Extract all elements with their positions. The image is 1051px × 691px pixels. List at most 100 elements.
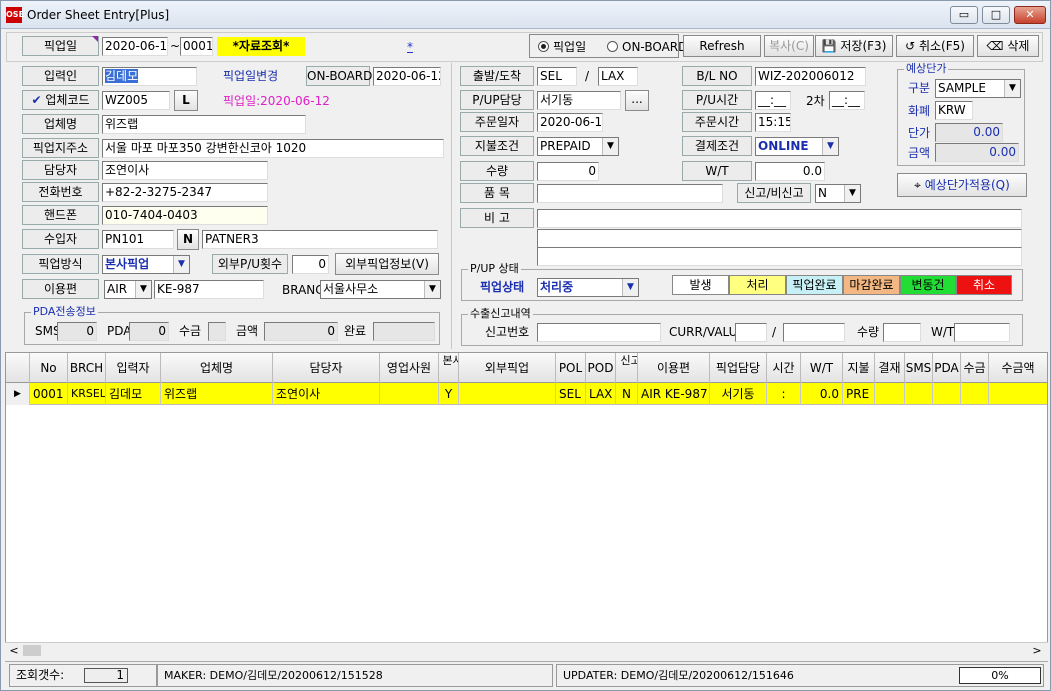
pickup-address-input[interactable]: 서울 마포 마포350 강변한신코아 1020 — [102, 139, 444, 158]
col-declare[interactable]: 신고 — [616, 353, 638, 383]
radio-onboard[interactable]: ON-BOARD — [607, 39, 687, 55]
export-qty-input[interactable] — [883, 323, 921, 342]
wt-input[interactable]: 0.0 — [755, 162, 825, 181]
cell-declare[interactable]: N — [616, 383, 638, 405]
importer-code-input[interactable]: PN101 — [102, 230, 174, 249]
col-no[interactable]: No — [30, 353, 68, 383]
minimize-button[interactable]: ▭ — [950, 6, 978, 24]
remark-line-1[interactable] — [537, 209, 1022, 228]
cell-wt[interactable]: 0.0 — [801, 383, 843, 405]
pickup-state-select[interactable]: 처리중 ▼ — [537, 278, 639, 297]
phone-input[interactable]: +82-2-3275-2347 — [102, 183, 268, 202]
col-pod[interactable]: POD — [586, 353, 616, 383]
scroll-right-icon[interactable]: > — [1030, 643, 1044, 658]
delete-button[interactable]: ⌫ 삭제 — [977, 35, 1039, 57]
cell-settle[interactable] — [875, 383, 905, 405]
save-button[interactable]: 💾 저장(F3) — [815, 35, 893, 57]
cell-entered-by[interactable]: 김데모 — [106, 383, 161, 405]
seq-input[interactable]: 0001 — [180, 37, 213, 56]
cell-pod[interactable]: LAX — [586, 383, 616, 405]
star-link[interactable]: * — [407, 39, 413, 55]
company-name-input[interactable]: 위즈랩 — [102, 115, 306, 134]
scroll-thumb[interactable] — [23, 645, 41, 656]
bl-input[interactable]: WIZ-202006012 — [755, 67, 866, 86]
pay-terms-select[interactable]: PREPAID ▼ — [537, 137, 619, 156]
remark-line-3[interactable] — [537, 247, 1022, 266]
col-wt[interactable]: W/T — [801, 353, 843, 383]
importer-name-input[interactable]: PATNER3 — [202, 230, 438, 249]
decl-no-input[interactable] — [537, 323, 661, 342]
lookup-n-button[interactable]: N — [177, 229, 199, 250]
pickup-method-select[interactable]: 본사픽업 ▼ — [102, 255, 190, 274]
departure-input[interactable]: SEL — [537, 67, 577, 86]
cell-company[interactable]: 위즈랩 — [161, 383, 273, 405]
cell-sales[interactable] — [380, 383, 439, 405]
branch-select[interactable]: 서울사무소 ▼ — [320, 280, 441, 299]
scroll-left-icon[interactable]: < — [7, 643, 21, 658]
entered-by-input[interactable]: 김데모 — [102, 67, 197, 86]
col-collect-amount[interactable]: 수금액 — [989, 353, 1047, 383]
row-selector-icon[interactable]: ▶ — [6, 383, 30, 405]
estimate-type-select[interactable]: SAMPLE ▼ — [935, 79, 1021, 98]
cell-pu-staff[interactable]: 서기동 — [710, 383, 767, 405]
lookup-l-button[interactable]: L — [174, 90, 198, 111]
col-sms[interactable]: SMS — [905, 353, 933, 383]
refresh-button[interactable]: Refresh — [683, 35, 761, 57]
query-button[interactable]: *자료조회* — [217, 37, 305, 56]
order-grid[interactable]: No BRCH 입력자 업체명 담당자 영업사원 본사 외부픽업 POL POD… — [5, 352, 1048, 657]
item-input[interactable] — [537, 184, 723, 203]
col-contact[interactable]: 담당자 — [273, 353, 380, 383]
pickup-date-input[interactable]: 2020-06-12 — [102, 37, 168, 56]
export-wt-input[interactable] — [954, 323, 1010, 342]
col-pol[interactable]: POL — [556, 353, 586, 383]
maximize-button[interactable]: □ — [982, 6, 1010, 24]
remark-line-2[interactable] — [537, 229, 1022, 248]
qty-input[interactable]: 0 — [537, 162, 599, 181]
declare-select[interactable]: N ▼ — [815, 184, 861, 203]
cell-no[interactable]: 0001 — [30, 383, 68, 405]
cell-pda[interactable] — [933, 383, 961, 405]
cell-collect-amount[interactable] — [989, 383, 1047, 405]
onboard-date-input[interactable]: 2020-06-12 — [373, 67, 441, 86]
mobile-input[interactable]: 010-7404-0403 — [102, 206, 268, 225]
pu-staff-input[interactable]: 서기동 — [537, 91, 621, 110]
col-sales[interactable]: 영업사원 — [380, 353, 439, 383]
cell-pay[interactable]: PRE — [843, 383, 875, 405]
cell-external[interactable] — [459, 383, 556, 405]
pu-time-input[interactable]: __:__ — [755, 91, 791, 110]
company-code-input[interactable]: WZ005 — [102, 91, 170, 110]
carrier-type-select[interactable]: AIR ▼ — [104, 280, 152, 299]
cell-collect[interactable] — [961, 383, 989, 405]
col-pay[interactable]: 지불 — [843, 353, 875, 383]
radio-pickup[interactable]: 픽업일 — [538, 39, 586, 55]
copy-button[interactable]: 복사(C) — [764, 35, 814, 57]
pu-staff-lookup-button[interactable]: ... — [625, 90, 649, 111]
col-hq[interactable]: 본사 — [439, 353, 459, 383]
cell-contact[interactable]: 조연이사 — [273, 383, 380, 405]
cell-sms[interactable] — [905, 383, 933, 405]
cell-brch[interactable]: KRSEL — [68, 383, 106, 405]
carrier-flight-input[interactable]: KE-987 — [154, 280, 264, 299]
external-count-input[interactable]: 0 — [292, 255, 329, 274]
curr-value-input[interactable] — [783, 323, 845, 342]
col-pu-staff[interactable]: 픽업담당 — [710, 353, 767, 383]
col-entered-by[interactable]: 입력자 — [106, 353, 161, 383]
arrival-input[interactable]: LAX — [598, 67, 638, 86]
cell-carrier[interactable]: AIR KE-987 — [638, 383, 710, 405]
cell-time[interactable]: : — [767, 383, 801, 405]
horizontal-scrollbar[interactable]: < > — [5, 642, 1048, 658]
col-company[interactable]: 업체명 — [161, 353, 273, 383]
currency-code-input[interactable] — [735, 323, 767, 342]
cell-hq[interactable]: Y — [439, 383, 459, 405]
col-pda[interactable]: PDA — [933, 353, 961, 383]
currency-input[interactable]: KRW — [935, 101, 973, 120]
order-date-input[interactable]: 2020-06-12 — [537, 113, 603, 132]
external-info-button[interactable]: 외부픽업정보(V) — [335, 253, 439, 275]
col-time[interactable]: 시간 — [767, 353, 801, 383]
col-brch[interactable]: BRCH — [68, 353, 106, 383]
apply-estimate-button[interactable]: ⌖ 예상단가적용(Q) — [897, 173, 1027, 197]
contact-input[interactable]: 조연이사 — [102, 161, 268, 180]
cancel-button[interactable]: ↺ 취소(F5) — [896, 35, 974, 57]
close-button[interactable]: ✕ — [1014, 6, 1046, 24]
col-external[interactable]: 외부픽업 — [459, 353, 556, 383]
